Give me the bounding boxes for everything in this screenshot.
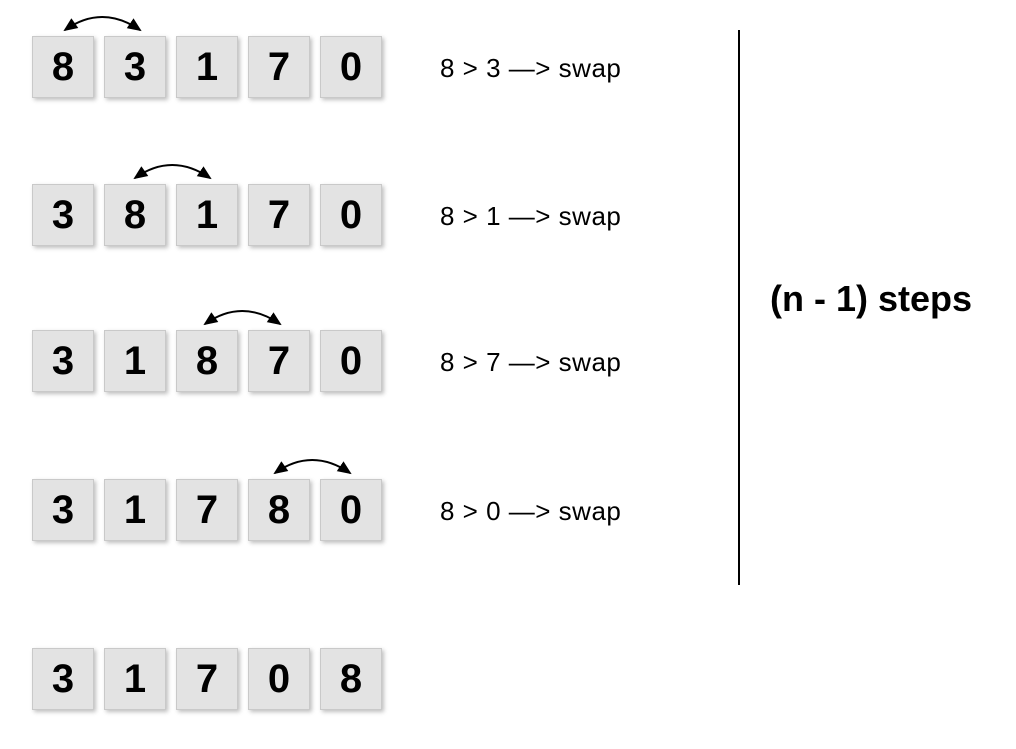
array-cell: 8 bbox=[32, 36, 94, 98]
swap-arrow-1 bbox=[55, 8, 150, 36]
vertical-divider bbox=[738, 30, 740, 585]
array-cell: 7 bbox=[248, 184, 310, 246]
array-cell: 0 bbox=[320, 184, 382, 246]
array-cell: 1 bbox=[104, 479, 166, 541]
swap-arrow-2 bbox=[125, 156, 220, 184]
array-cell: 1 bbox=[104, 648, 166, 710]
array-cell: 8 bbox=[104, 184, 166, 246]
array-cell: 7 bbox=[248, 330, 310, 392]
swap-annotation-4: 8 > 0 —> swap bbox=[440, 496, 621, 527]
array-cell: 7 bbox=[176, 479, 238, 541]
array-cell: 3 bbox=[32, 648, 94, 710]
array-cell: 3 bbox=[32, 184, 94, 246]
swap-annotation-1: 8 > 3 —> swap bbox=[440, 53, 621, 84]
swap-annotation-2: 8 > 1 —> swap bbox=[440, 201, 621, 232]
array-cell: 8 bbox=[248, 479, 310, 541]
array-cell: 7 bbox=[248, 36, 310, 98]
array-cell: 3 bbox=[32, 330, 94, 392]
array-row-2: 3 8 1 7 0 bbox=[32, 184, 382, 246]
swap-arrow-3 bbox=[195, 302, 290, 330]
array-cell: 3 bbox=[104, 36, 166, 98]
array-cell: 0 bbox=[320, 479, 382, 541]
array-cell: 7 bbox=[176, 648, 238, 710]
array-cell: 0 bbox=[320, 330, 382, 392]
swap-annotation-3: 8 > 7 —> swap bbox=[440, 347, 621, 378]
array-row-1: 8 3 1 7 0 bbox=[32, 36, 382, 98]
array-row-5: 3 1 7 0 8 bbox=[32, 648, 382, 710]
array-cell: 0 bbox=[320, 36, 382, 98]
diagram-canvas: 8 3 1 7 0 8 > 3 —> swap 3 8 1 7 0 8 > 1 … bbox=[0, 0, 1016, 749]
array-row-4: 3 1 7 8 0 bbox=[32, 479, 382, 541]
steps-count-label: (n - 1) steps bbox=[770, 278, 972, 320]
swap-arrow-4 bbox=[265, 451, 360, 479]
array-cell: 0 bbox=[248, 648, 310, 710]
array-row-3: 3 1 8 7 0 bbox=[32, 330, 382, 392]
array-cell: 1 bbox=[176, 184, 238, 246]
array-cell: 8 bbox=[176, 330, 238, 392]
array-cell: 1 bbox=[176, 36, 238, 98]
array-cell: 8 bbox=[320, 648, 382, 710]
array-cell: 3 bbox=[32, 479, 94, 541]
array-cell: 1 bbox=[104, 330, 166, 392]
